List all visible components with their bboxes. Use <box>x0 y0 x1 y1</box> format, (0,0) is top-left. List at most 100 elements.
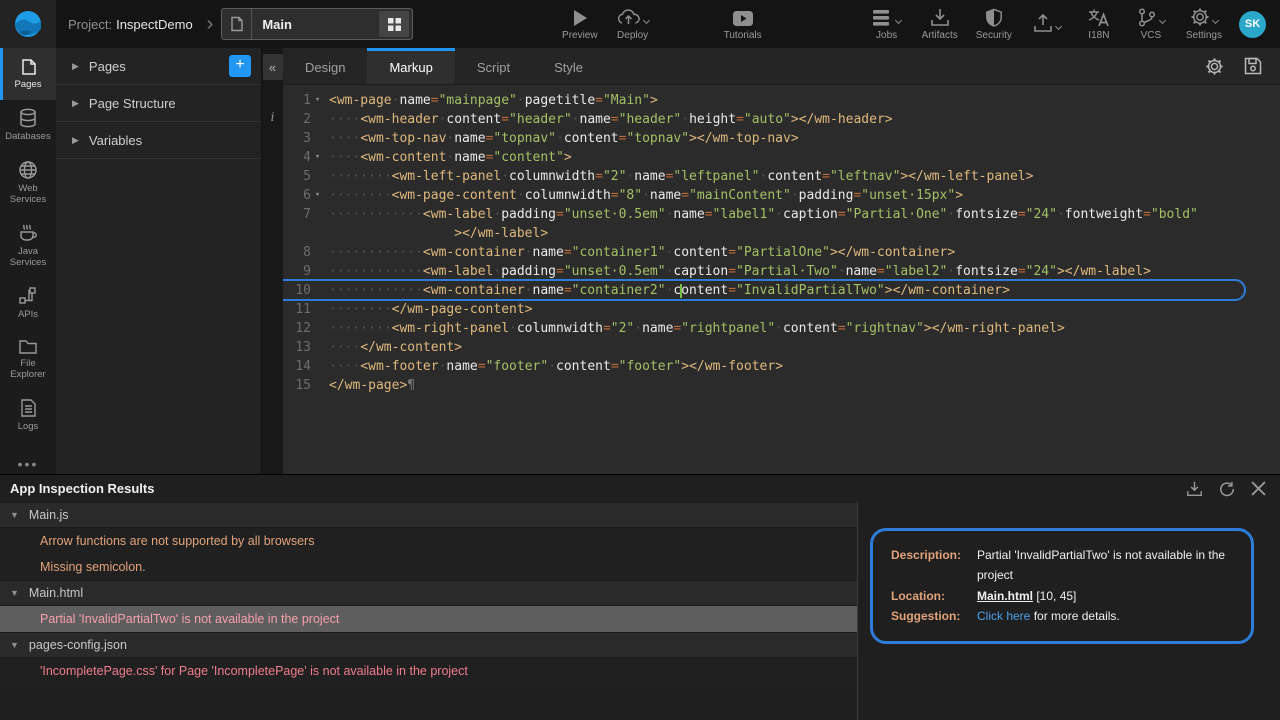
code-line-8[interactable]: 8············<wm-container·name="contain… <box>283 243 1280 262</box>
line-number: 3 <box>283 129 311 148</box>
globe-icon <box>18 160 38 180</box>
translate-icon <box>1088 7 1110 27</box>
wave-logo-icon <box>13 9 43 39</box>
code-line-1[interactable]: 1▾<wm-page·name="mainpage"·pagetitle="Ma… <box>283 91 1280 110</box>
close-icon[interactable] <box>1251 481 1266 497</box>
add-page-button[interactable]: + <box>229 55 251 77</box>
code-line-5[interactable]: 5········<wm-left-panel·columnwidth="2"·… <box>283 167 1280 186</box>
chevron-down-icon <box>1212 17 1219 24</box>
log-document-icon <box>20 398 37 418</box>
api-nodes-icon <box>18 286 38 306</box>
inspection-file-name: Main.html <box>29 586 83 600</box>
line-number: 7 <box>283 205 311 224</box>
line-number: 15 <box>283 376 311 395</box>
collapse-panel-button[interactable]: « <box>263 54 283 80</box>
fold-arrow-icon[interactable]: ▾ <box>311 148 324 167</box>
fold-arrow-icon[interactable]: ▾ <box>311 91 324 110</box>
code-line-7[interactable]: 7············<wm-label·padding="unset·0.… <box>283 205 1280 224</box>
user-avatar[interactable]: SK <box>1239 11 1266 38</box>
collapse-arrow-icon: ▼ <box>10 640 19 650</box>
inspection-file-header[interactable]: ▼Main.html <box>0 580 857 606</box>
save-icon[interactable] <box>1244 57 1262 75</box>
line-number: 5 <box>283 167 311 186</box>
chevron-down-icon <box>643 17 650 24</box>
code-line-3[interactable]: 3····<wm-top-nav·name="topnav"·content="… <box>283 129 1280 148</box>
video-tutorials-icon <box>733 7 753 27</box>
fold-gutter <box>311 319 324 338</box>
sidebar-item-file-explorer[interactable]: File Explorer <box>0 329 56 390</box>
fold-arrow-icon[interactable]: ▾ <box>311 186 324 205</box>
fold-gutter <box>311 205 324 224</box>
location-file-link[interactable]: Main.html <box>977 589 1033 603</box>
description-value: Partial 'InvalidPartialTwo' is not avail… <box>977 545 1233 586</box>
coffee-cup-icon <box>17 223 39 243</box>
artifacts-button[interactable]: Artifacts <box>922 7 958 41</box>
preview-button[interactable]: Preview <box>562 7 598 41</box>
tab-script[interactable]: Script <box>455 48 532 84</box>
inspection-file-name: Main.js <box>29 508 69 522</box>
code-line-13[interactable]: 13····</wm-content> <box>283 338 1280 357</box>
deploy-button[interactable]: Deploy <box>616 7 650 41</box>
sidebar-item-web-services[interactable]: Web Services <box>0 152 56 215</box>
jobs-button[interactable]: Jobs <box>870 7 904 41</box>
sidebar-item-databases[interactable]: Databases <box>0 100 56 152</box>
refresh-icon[interactable] <box>1219 481 1235 497</box>
code-text: ············<wm-container·name="containe… <box>324 243 955 262</box>
breadcrumb-chevron-icon[interactable]: › <box>207 14 214 34</box>
code-line-6[interactable]: 6▾········<wm-page-content·columnwidth="… <box>283 186 1280 205</box>
artifacts-download-icon <box>930 7 950 27</box>
expand-arrow-icon: ▶ <box>72 135 79 146</box>
code-line-4[interactable]: 4▾····<wm-content·name="content"> <box>283 148 1280 167</box>
code-line-7-wrap[interactable]: ></wm-label> <box>283 224 1280 243</box>
code-text: ············<wm-label·padding="unset·0.5… <box>324 262 1151 281</box>
click-here-link[interactable]: Click here <box>977 609 1030 623</box>
sidebar-item-apis[interactable]: APIs <box>0 278 56 330</box>
chevron-down-icon <box>895 17 902 24</box>
code-line-9[interactable]: 9············<wm-label·padding="unset·0.… <box>283 262 1280 281</box>
security-button[interactable]: Security <box>976 7 1012 41</box>
code-line-14[interactable]: 14····<wm-footer·name="footer"·content="… <box>283 357 1280 376</box>
code-line-10[interactable]: 10············<wm-container·name="contai… <box>283 281 1280 300</box>
code-line-11[interactable]: 11········</wm-page-content> <box>283 300 1280 319</box>
left-icon-rail: Pages Databases Web Services Java Servic… <box>0 48 56 474</box>
i18n-button[interactable]: I18N <box>1082 7 1116 41</box>
wavemaker-logo[interactable] <box>0 0 56 48</box>
location-label: Location: <box>891 586 977 606</box>
panel-section-variables[interactable]: ▶ Variables <box>56 122 261 159</box>
eof-marker: ¶ <box>407 378 415 393</box>
inspection-item[interactable]: Missing semicolon. <box>0 554 857 580</box>
vcs-button[interactable]: VCS <box>1134 7 1168 41</box>
tab-style[interactable]: Style <box>532 48 605 84</box>
chevron-down-icon <box>1159 17 1166 24</box>
panel-section-pages[interactable]: ▶ Pages + <box>56 48 261 85</box>
tab-design[interactable]: Design <box>283 48 367 84</box>
code-line-12[interactable]: 12········<wm-right-panel·columnwidth="2… <box>283 319 1280 338</box>
pages-grid-icon[interactable] <box>379 11 409 37</box>
info-icon[interactable]: i <box>271 110 275 124</box>
sidebar-item-logs[interactable]: Logs <box>0 390 56 442</box>
code-text: ····<wm-footer·name="footer"·content="fo… <box>324 357 783 376</box>
inspection-item[interactable]: Arrow functions are not supported by all… <box>0 528 857 554</box>
export-button[interactable] <box>1030 13 1064 36</box>
settings-button[interactable]: Settings <box>1186 7 1222 41</box>
markup-editor: Design Markup Script Style <box>283 48 1280 474</box>
open-page-tab[interactable]: Main <box>221 8 413 40</box>
inspection-item[interactable]: 'IncompletePage.css' for Page 'Incomplet… <box>0 658 857 684</box>
sidebar-item-pages[interactable]: Pages <box>0 48 56 100</box>
sidebar-item-java-services[interactable]: Java Services <box>0 215 56 278</box>
editor-settings-gear-icon[interactable] <box>1205 57 1224 76</box>
collapse-arrow-icon: ▼ <box>10 510 19 520</box>
code-editor-text[interactable]: 1▾<wm-page·name="mainpage"·pagetitle="Ma… <box>283 85 1280 474</box>
tab-markup[interactable]: Markup <box>367 48 454 84</box>
tutorials-button[interactable]: Tutorials <box>724 7 762 41</box>
panel-section-page-structure[interactable]: ▶ Page Structure <box>56 85 261 122</box>
inspection-item[interactable]: Partial 'InvalidPartialTwo' is not avail… <box>0 606 857 632</box>
inspection-file-header[interactable]: ▼pages-config.json <box>0 632 857 658</box>
download-results-icon[interactable] <box>1186 481 1203 497</box>
code-line-2[interactable]: 2····<wm-header·content="header"·name="h… <box>283 110 1280 129</box>
inspection-file-header[interactable]: ▼ Main.js <box>0 502 857 528</box>
gear-icon <box>1190 7 1218 27</box>
code-text: ············<wm-container·name="containe… <box>324 281 1010 300</box>
page-file-icon <box>222 9 252 39</box>
code-line-15[interactable]: 15</wm-page>¶ <box>283 376 1280 395</box>
